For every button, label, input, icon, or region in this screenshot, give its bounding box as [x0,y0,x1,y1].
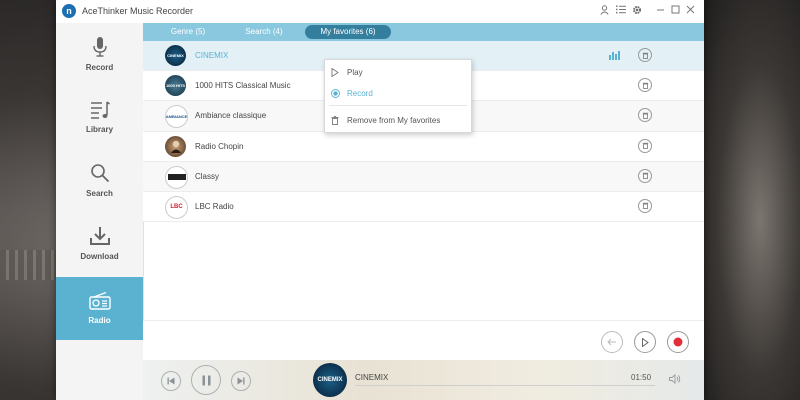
sidebar-item-radio[interactable]: Radio [56,277,143,340]
station-row-radio-chopin[interactable]: Radio Chopin [143,131,704,162]
delete-icon[interactable] [638,108,652,123]
station-name: CINEMIX [195,51,229,60]
context-menu-record[interactable]: Record [325,83,471,103]
progress-bar[interactable] [355,385,655,386]
play-icon [642,337,649,347]
sidebar-item-label: Search [86,189,113,198]
station-name: Ambiance classique [195,111,267,121]
close-icon[interactable] [684,5,696,18]
sidebar-item-label: Radio [88,316,111,325]
station-row-lbc-radio[interactable]: LBC LBC Radio [143,191,704,223]
delete-icon[interactable] [638,138,652,153]
download-icon [89,227,110,245]
delete-icon[interactable] [638,168,652,183]
music-library-icon [90,101,110,119]
record-icon [331,89,340,98]
radio-icon [88,292,111,310]
context-menu-label: Play [347,68,363,77]
volume-icon[interactable] [669,374,681,386]
station-name: Radio Chopin [195,141,244,151]
tab-genre[interactable]: Genre (5) [155,25,221,39]
search-icon [90,164,109,183]
app-title: AceThinker Music Recorder [82,6,194,16]
equalizer-icon [609,51,620,60]
play-button[interactable] [634,331,656,353]
station-logo: CINEMIX [165,45,186,66]
sidebar-item-record[interactable]: Record [56,23,143,86]
delete-icon[interactable] [638,78,652,93]
user-icon[interactable] [598,5,610,19]
gear-icon[interactable] [631,5,643,19]
sidebar-item-download[interactable]: Download [56,212,143,275]
app-logo-icon: n [62,4,76,18]
context-menu-divider [329,105,467,106]
station-logo [165,135,186,157]
menu-list-icon[interactable] [615,5,627,18]
now-playing-logo: CINEMIX [313,363,347,397]
title-bar: n AceThinker Music Recorder [56,0,704,24]
elapsed-time: 01:50 [631,373,652,382]
delete-icon[interactable] [638,198,652,213]
pause-button[interactable] [191,365,221,395]
sidebar-item-label: Record [85,63,114,72]
back-button[interactable] [601,331,623,353]
station-logo: 1000 HITS [165,75,186,97]
now-playing-title: CINEMIX [355,373,389,382]
context-menu-label: Record [347,89,373,98]
sidebar-item-label: Library [85,125,114,134]
station-logo [165,165,188,189]
station-name: Classy [195,171,220,181]
desktop-background-left [0,250,56,280]
maximize-icon[interactable] [669,5,681,18]
tab-bar: Genre (5) Search (4) My favorites (6) [143,23,704,41]
context-menu: Play Record Remove from My favorites [324,59,472,133]
desktop-background-right [700,0,800,400]
station-logo: AMBIANCE [165,105,188,129]
station-name: 1000 HITS Classical Music [195,81,291,91]
context-menu-play[interactable]: Play [325,62,471,82]
player-bar: CINEMIX CINEMIX 01:50 [143,360,704,400]
trash-icon [331,116,339,125]
tab-search[interactable]: Search (4) [229,25,299,39]
next-button[interactable] [231,371,251,391]
skip-previous-icon [167,377,175,385]
station-row-classy[interactable]: Classy [143,161,704,192]
arrow-left-icon [607,338,616,346]
minimize-icon[interactable] [654,5,666,18]
record-button[interactable] [667,331,689,353]
station-logo: LBC [165,195,188,219]
previous-button[interactable] [161,371,181,391]
play-icon [331,68,339,77]
delete-icon[interactable] [638,48,652,62]
pause-icon [202,375,210,385]
skip-next-icon [237,377,245,385]
tab-my-favorites[interactable]: My favorites (6) [305,25,391,39]
sidebar-item-search[interactable]: Search [56,149,143,212]
context-menu-remove[interactable]: Remove from My favorites [325,110,471,130]
app-window: n AceThinker Music Recorder Record Libra… [56,0,704,400]
sidebar-item-label: Download [80,252,119,261]
sidebar-item-library[interactable]: Library [56,86,143,149]
context-menu-label: Remove from My favorites [347,116,441,125]
list-controls [143,320,704,361]
sidebar: Record Library Search Download Radio [56,23,144,400]
record-icon [673,337,683,347]
station-name: LBC Radio [195,201,234,211]
microphone-icon [92,37,107,57]
